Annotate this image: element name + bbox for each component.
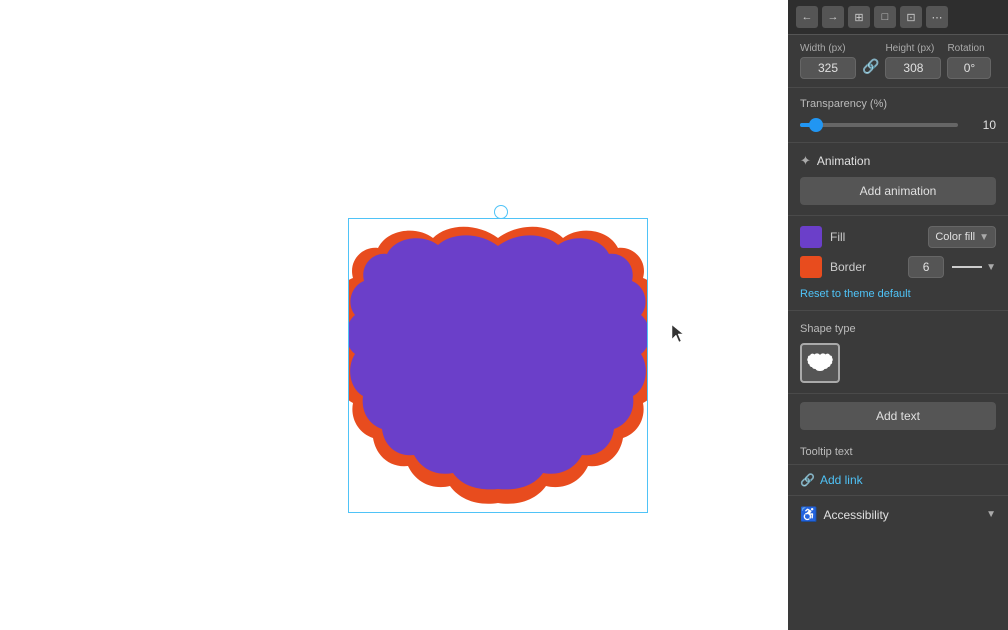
rotation-group: Rotation	[947, 43, 991, 79]
animation-icon: ✦	[800, 153, 811, 169]
rotation-handle[interactable]	[494, 205, 508, 219]
accessibility-row[interactable]: ♿ Accessibility ▼	[788, 496, 1008, 533]
transparency-row: 10	[800, 118, 996, 132]
height-group: Height (px)	[885, 43, 941, 79]
fill-row: Fill Color fill ▼	[800, 226, 996, 248]
border-line-preview	[952, 266, 982, 268]
add-text-button[interactable]: Add text	[800, 402, 996, 430]
add-link-button[interactable]: 🔗 Add link	[800, 473, 863, 487]
shape-preview-grid	[800, 343, 996, 383]
border-value-input[interactable]	[908, 256, 944, 278]
toolbar-more-btn[interactable]: ⋯	[926, 6, 948, 28]
right-panel: ← → ⊞ □ ⊡ ⋯ Width (px) 🔗 Height (px) Rot…	[788, 0, 1008, 630]
toolbar-align-btn[interactable]: ⊡	[900, 6, 922, 28]
toolbar-grid-btn[interactable]: ⊞	[848, 6, 870, 28]
toolbar-forward-btn[interactable]: →	[822, 6, 844, 28]
shape-cloud-button[interactable]	[800, 343, 840, 383]
rotation-label: Rotation	[947, 43, 991, 54]
transparency-slider-track[interactable]	[800, 123, 958, 127]
width-group: Width (px)	[800, 43, 856, 79]
accessibility-label: Accessibility	[823, 508, 980, 522]
fill-type-chevron: ▼	[979, 232, 989, 243]
fill-border-section: Fill Color fill ▼ Border ▼ Reset to them…	[788, 216, 1008, 311]
height-label: Height (px)	[885, 43, 941, 54]
toolbar-back-btn[interactable]: ←	[796, 6, 818, 28]
add-link-row: 🔗 Add link	[788, 465, 1008, 496]
animation-label: Animation	[817, 154, 870, 168]
border-label: Border	[830, 260, 900, 274]
transparency-label: Transparency (%)	[800, 98, 996, 110]
fill-label: Fill	[830, 230, 920, 244]
shape-type-label: Shape type	[800, 323, 856, 335]
reset-theme-button[interactable]: Reset to theme default	[800, 288, 911, 300]
border-style-dropdown[interactable]: ▼	[952, 262, 996, 273]
height-input[interactable]	[885, 57, 941, 79]
add-animation-button[interactable]: Add animation	[800, 177, 996, 205]
toolbar-box-btn[interactable]: □	[874, 6, 896, 28]
shape-type-section: Shape type	[788, 311, 1008, 394]
cursor-icon	[672, 325, 684, 343]
accessibility-icon: ♿	[800, 506, 817, 523]
tooltip-label: Tooltip text	[800, 446, 853, 458]
border-color-swatch[interactable]	[800, 256, 822, 278]
fill-type-value: Color fill	[935, 231, 975, 243]
tooltip-section: Tooltip text	[788, 438, 1008, 465]
cloud-shape-icon	[807, 352, 833, 374]
border-style-chevron: ▼	[986, 262, 996, 273]
border-row: Border ▼	[800, 256, 996, 278]
fill-type-dropdown[interactable]: Color fill ▼	[928, 226, 996, 248]
fill-color-swatch[interactable]	[800, 226, 822, 248]
width-input[interactable]	[800, 57, 856, 79]
panel-toolbar: ← → ⊞ □ ⊡ ⋯	[788, 0, 1008, 35]
animation-header: ✦ Animation	[800, 153, 996, 169]
rotation-input[interactable]	[947, 57, 991, 79]
transparency-value: 10	[966, 118, 996, 132]
transparency-section: Transparency (%) 10	[788, 88, 1008, 143]
transparency-slider-thumb[interactable]	[809, 118, 823, 132]
dimensions-section: Width (px) 🔗 Height (px) Rotation	[788, 35, 1008, 88]
add-link-label: Add link	[820, 473, 863, 487]
animation-section: ✦ Animation Add animation	[788, 143, 1008, 216]
width-label: Width (px)	[800, 43, 856, 54]
canvas-area	[0, 0, 788, 630]
link-icon: 🔗	[800, 473, 815, 487]
cloud-shape[interactable]	[348, 218, 648, 513]
accessibility-chevron: ▼	[986, 509, 996, 520]
link-dimensions-icon[interactable]: 🔗	[862, 58, 879, 75]
